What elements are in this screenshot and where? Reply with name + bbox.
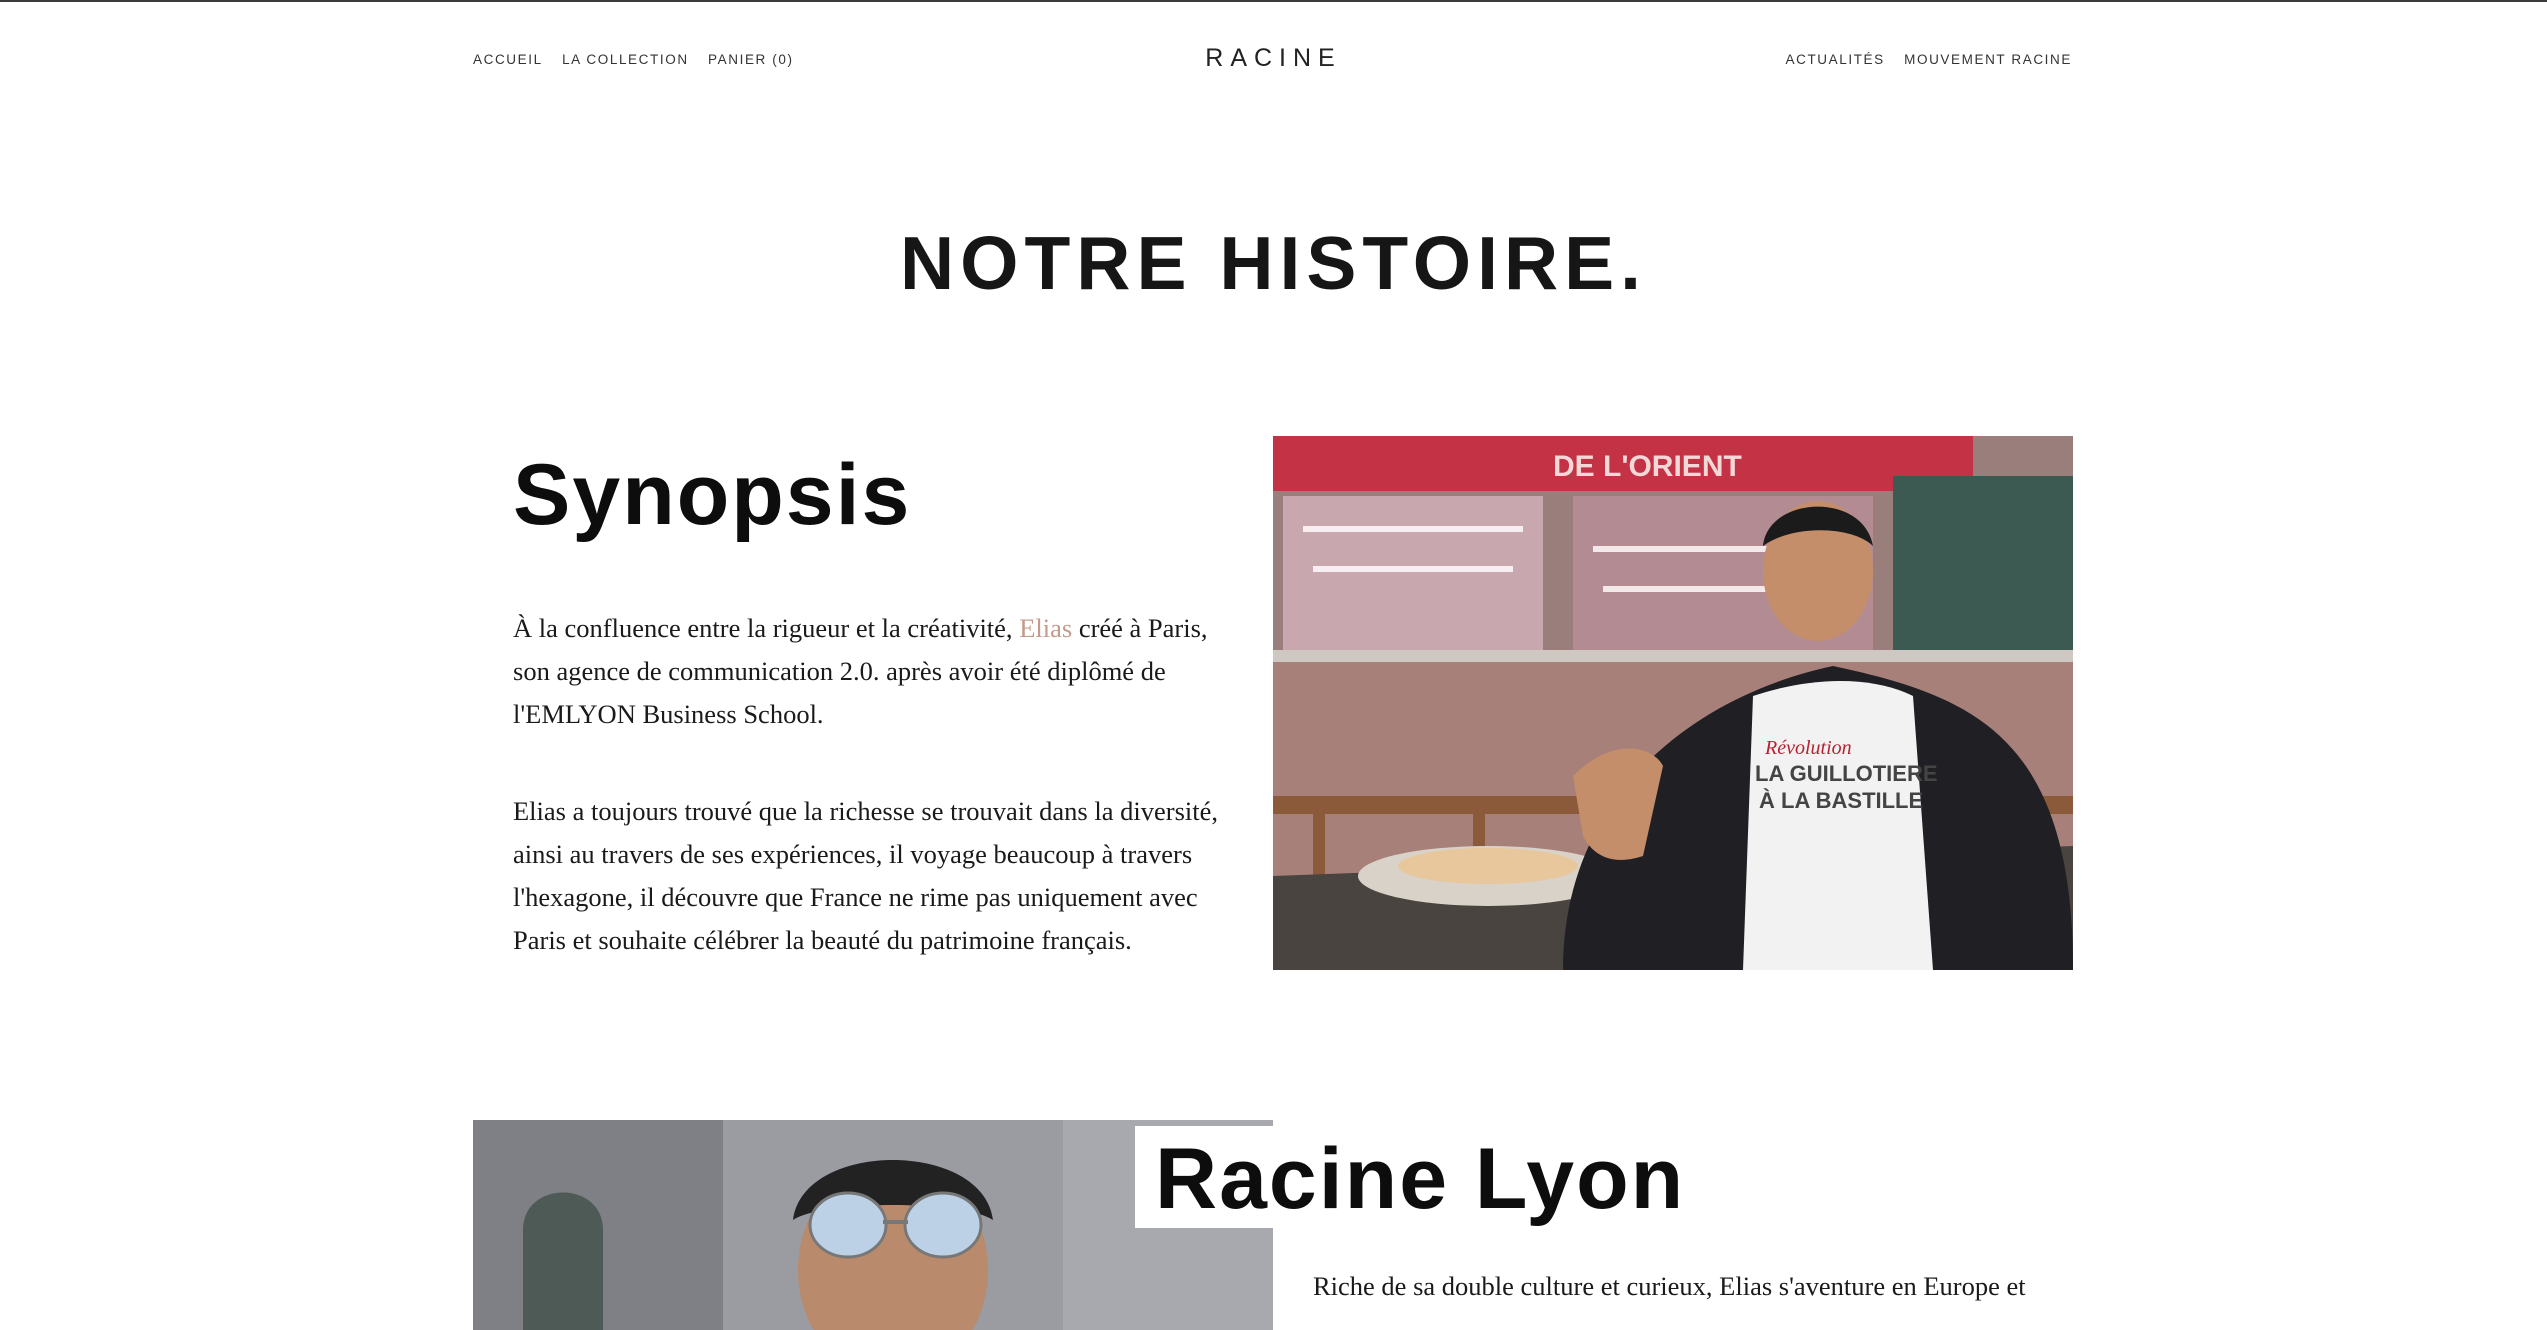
tshirt-text-2: LA GUILLOTIERE [1755, 761, 1938, 786]
synopsis-paragraph-2: Elias a toujours trouvé que la richesse … [513, 796, 1218, 955]
nav-actualites[interactable]: ACTUALITÉS [1785, 52, 1884, 67]
racine-lyon-label: Racine Lyon [1135, 1126, 1706, 1228]
storefront-sign-text: DE L'ORIENT [1553, 450, 1742, 483]
photo-elias-cafe: DE L'ORIENT Révolution LA GUILLOTIERE À … [1273, 436, 2073, 970]
page-title: NOTRE HISTOIRE. [899, 221, 1648, 305]
brand-logo[interactable]: RACINE [0, 44, 2547, 73]
elias-link[interactable]: Elias [1019, 613, 1072, 643]
racine-lyon-paragraph: Riche de sa double culture et curieux, E… [1313, 1271, 2026, 1301]
nav-mouvement-racine[interactable]: MOUVEMENT RACINE [1904, 52, 2072, 67]
tshirt-text-3: À LA BASTILLE [1759, 788, 1923, 813]
tshirt-text-1: Révolution [1764, 737, 1852, 759]
synopsis-heading: Synopsis [513, 447, 912, 543]
racine-lyon-heading: Racine Lyon [1155, 1131, 1686, 1227]
synopsis-p1-text-before: À la confluence entre la rigueur et la c… [513, 613, 1020, 643]
synopsis-paragraph-1: À la confluence entre la rigueur et la c… [513, 607, 1248, 736]
photo-elias-cafe-illustration: DE L'ORIENT Révolution LA GUILLOTIERE À … [1273, 436, 2073, 970]
primary-nav-right: ACTUALITÉS MOUVEMENT RACINE [1771, 52, 2072, 67]
